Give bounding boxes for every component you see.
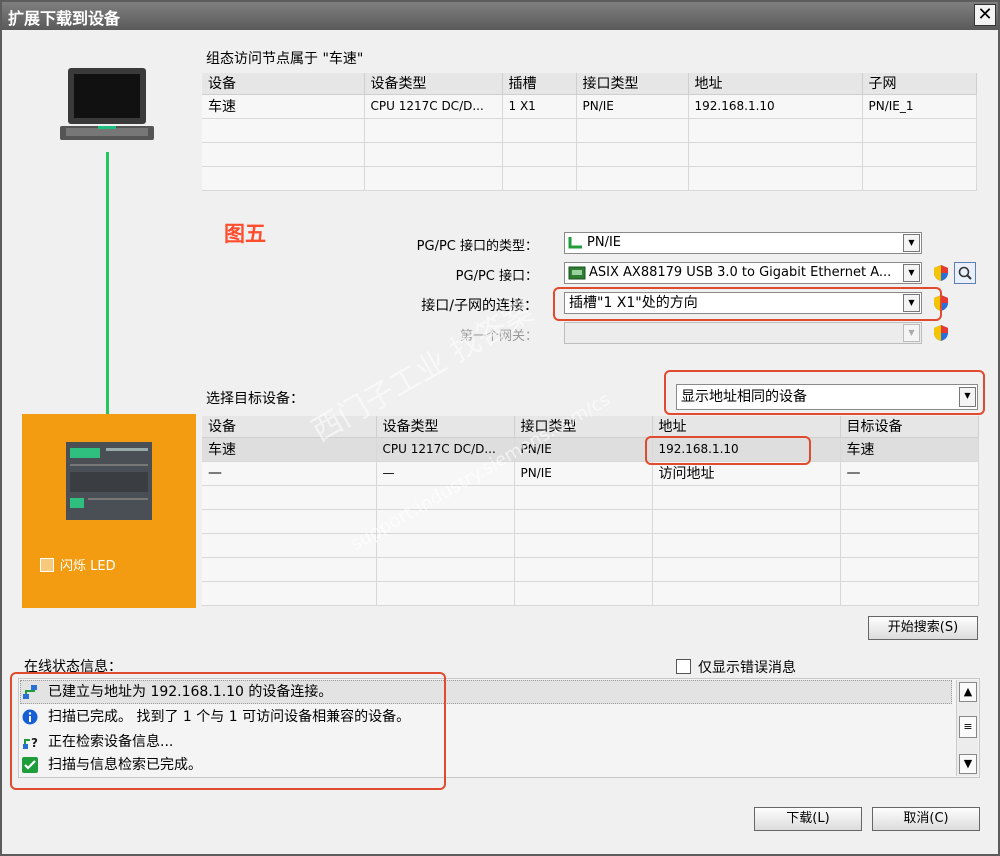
cell-target-device: 车速 [840,437,979,462]
cell-device: — [202,461,377,486]
cell-iface-type: PN/IE [576,94,689,119]
col-address: 地址 [652,416,841,438]
highlight-filter [664,370,985,415]
pgpc-iface-select[interactable]: ASIX AX88179 USB 3.0 to Gigabit Ethernet… [564,262,922,284]
cell-slot: 1 X1 [502,94,577,119]
col-target-device: 目标设备 [840,416,979,438]
pn-ie-icon [568,237,582,249]
pgpc-type-select[interactable]: PN/IE ▼ [564,232,922,254]
table-row [202,485,979,510]
cell-iface-type: PN/IE [514,461,653,486]
table-row[interactable]: — — PN/IE 访问地址 — [202,461,979,486]
scroll-down-icon[interactable]: ▼ [959,754,977,774]
col-device-type: 设备类型 [364,73,503,95]
cell-subnet: PN/IE_1 [862,94,977,119]
cell-device: 车速 [202,437,377,462]
cell-device-type: CPU 1217C DC/D... [364,94,503,119]
table-row [202,509,979,534]
col-iface-type: 接口类型 [576,73,689,95]
download-button[interactable]: 下载(L) [754,807,862,831]
scroll-up-icon[interactable]: ▲ [959,682,977,702]
col-device-type: 设备类型 [376,416,515,438]
gateway-select: ▼ [564,322,922,344]
pgpc-iface-label: PG/PC 接口： [455,269,538,284]
chevron-down-icon[interactable]: ▼ [903,234,920,252]
pgpc-type-value: PN/IE [587,235,621,250]
target-device-panel: 闪烁 LED [22,414,196,608]
table-row [202,118,977,143]
col-device: 设备 [202,73,365,95]
title-bar: 扩展下载到设备 ✕ [2,2,998,30]
pgpc-iface-value: ASIX AX88179 USB 3.0 to Gigabit Ethernet… [589,265,892,280]
magnifier-icon [958,266,972,280]
table-row[interactable]: 车速 CPU 1217C DC/D... 1 X1 PN/IE 192.168.… [202,94,977,119]
properties-button[interactable] [954,262,976,284]
highlight-connection [553,287,942,321]
col-address: 地址 [688,73,863,95]
flash-led-label: 闪烁 LED [60,559,116,574]
table-row [202,533,979,558]
cell-address: 192.168.1.10 [688,94,863,119]
table-row [202,166,977,191]
flash-led-checkbox[interactable] [40,558,54,572]
figure-annotation: 图五 [224,222,266,246]
extended-download-dialog: 扩展下载到设备 ✕ 组态访问节点属于 "车速" 设备 设备类型 插槽 接口类型 … [0,0,1000,856]
plc-device-icon [66,442,152,520]
cell-device: 车速 [202,94,365,119]
pg-pc-icon [60,68,154,140]
highlight-address [645,436,811,465]
table-row [202,581,979,606]
errors-only-label: 仅显示错误消息 [698,660,796,676]
target-device-table: 设备 设备类型 接口类型 地址 目标设备 车速 CPU 1217C DC/D..… [202,416,979,606]
chevron-down-icon[interactable]: ▼ [903,264,920,282]
cancel-button[interactable]: 取消(C) [872,807,980,831]
access-node-heading: 组态访问节点属于 "车速" [206,51,364,67]
errors-only-checkbox[interactable] [676,659,691,674]
shield-icon [934,325,948,341]
table-row [202,142,977,167]
col-slot: 插槽 [502,73,577,95]
window-title: 扩展下载到设备 [8,9,121,28]
pgpc-type-label: PG/PC 接口的类型： [416,239,538,254]
shield-icon [934,265,948,281]
network-card-icon [568,266,586,280]
table-row [202,557,979,582]
select-target-label: 选择目标设备： [206,391,304,407]
close-button[interactable]: ✕ [974,4,996,26]
col-subnet: 子网 [862,73,977,95]
scroll-thumb[interactable]: ≡ [959,716,977,738]
start-search-button[interactable]: 开始搜索(S) [868,616,978,640]
chevron-down-icon: ▼ [903,324,920,342]
highlight-status [10,672,446,790]
access-node-table: 设备 设备类型 插槽 接口类型 地址 子网 车速 CPU 1217C DC/D.… [202,73,977,191]
status-scrollbar[interactable]: ▲ ≡ ▼ [956,680,978,776]
cell-target-device: — [840,461,979,486]
connection-line [106,152,109,414]
